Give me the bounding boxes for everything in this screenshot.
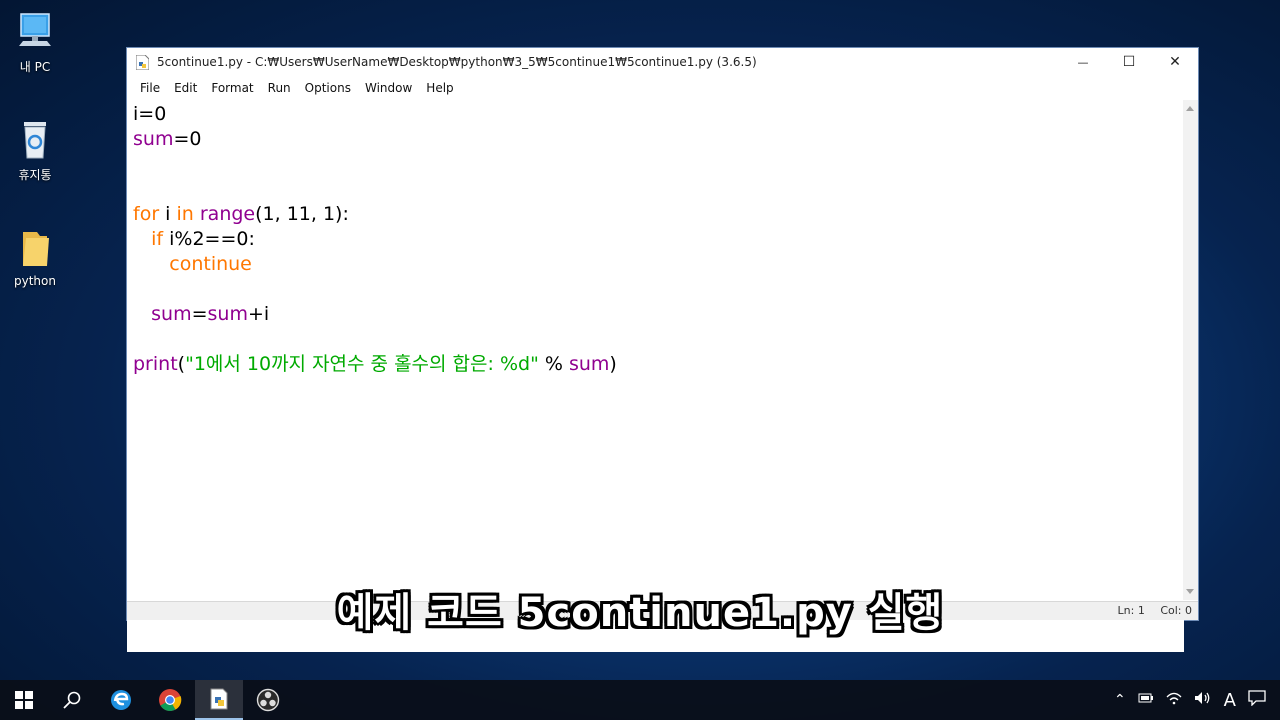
menu-file[interactable]: File	[133, 81, 167, 95]
desktop-icon-label: python	[14, 274, 56, 288]
chrome-icon	[159, 689, 182, 711]
desktop-icon-my-pc[interactable]: 내 PC	[8, 10, 62, 75]
menu-format[interactable]: Format	[204, 81, 260, 95]
start-button[interactable]	[0, 680, 48, 720]
minimize-button[interactable]: —	[1060, 48, 1106, 76]
edge-icon	[111, 690, 131, 710]
code-line-2: sum=0	[133, 128, 202, 150]
idle-taskbar-button[interactable]	[195, 680, 243, 720]
volume-icon[interactable]	[1194, 691, 1212, 709]
python-file-icon	[136, 55, 149, 70]
folder-icon	[15, 226, 55, 270]
idle-editor-window[interactable]: 5continue1.py - C:₩Users₩UserName₩Deskto…	[126, 47, 1199, 652]
code-line-5: for i in range(1, 11, 1):	[133, 203, 349, 225]
computer-icon	[15, 10, 55, 54]
video-caption: 예제 코드 5continue1.py 실행	[336, 590, 944, 636]
menu-edit[interactable]: Edit	[167, 81, 204, 95]
close-icon: ✕	[1169, 54, 1181, 70]
input-method-indicator[interactable]: A	[1224, 690, 1236, 711]
minimize-icon: —	[1077, 55, 1089, 69]
desktop-icon-label: 휴지통	[18, 168, 52, 182]
title-bar[interactable]: 5continue1.py - C:₩Users₩UserName₩Deskto…	[127, 48, 1198, 76]
desktop-icon-label: 내 PC	[19, 60, 51, 74]
chrome-button[interactable]	[146, 680, 194, 720]
obs-button[interactable]	[244, 680, 292, 720]
recycle-bin-icon	[15, 118, 55, 162]
code-line-1: i=0	[133, 103, 167, 125]
desktop-icon-recycle-bin[interactable]: 휴지통	[8, 118, 62, 183]
notification-icon[interactable]	[1248, 690, 1266, 710]
menu-help[interactable]: Help	[419, 81, 460, 95]
window-title: 5continue1.py - C:₩Users₩UserName₩Deskto…	[157, 55, 757, 69]
code-editor[interactable]: i=0 sum=0 for i in range(1, 11, 1): if i…	[127, 100, 1184, 652]
chevron-up-icon[interactable]: ⌃	[1114, 692, 1126, 708]
search-button[interactable]	[48, 680, 96, 720]
search-icon	[63, 691, 81, 709]
menu-options[interactable]: Options	[298, 81, 358, 95]
maximize-button[interactable]: ☐	[1106, 48, 1152, 76]
menu-window[interactable]: Window	[358, 81, 419, 95]
wifi-icon[interactable]	[1166, 691, 1182, 709]
code-line-11: print("1에서 10까지 자연수 중 홀수의 합은: %d" % sum)	[133, 353, 617, 375]
vertical-scrollbar[interactable]	[1183, 100, 1198, 600]
code-text: i=0 sum=0 for i in range(1, 11, 1): if i…	[133, 102, 617, 377]
idle-icon	[210, 688, 228, 710]
code-line-6: if i%2==0:	[151, 228, 255, 250]
desktop-icon-python-folder[interactable]: python	[8, 226, 62, 288]
menu-run[interactable]: Run	[261, 81, 298, 95]
obs-icon	[256, 688, 280, 712]
taskbar: ⌃ A	[0, 680, 1280, 720]
battery-icon[interactable]	[1138, 692, 1154, 708]
scroll-up-icon[interactable]	[1186, 106, 1194, 111]
edge-button[interactable]	[97, 680, 145, 720]
close-button[interactable]: ✕	[1152, 48, 1198, 76]
system-tray: ⌃ A	[1108, 680, 1280, 720]
menu-bar: File Edit Format Run Options Window Help	[127, 76, 1198, 100]
start-icon	[15, 691, 33, 709]
code-line-9: sum=sum+i	[151, 303, 270, 325]
maximize-icon: ☐	[1122, 54, 1136, 70]
code-line-7: continue	[169, 253, 252, 275]
